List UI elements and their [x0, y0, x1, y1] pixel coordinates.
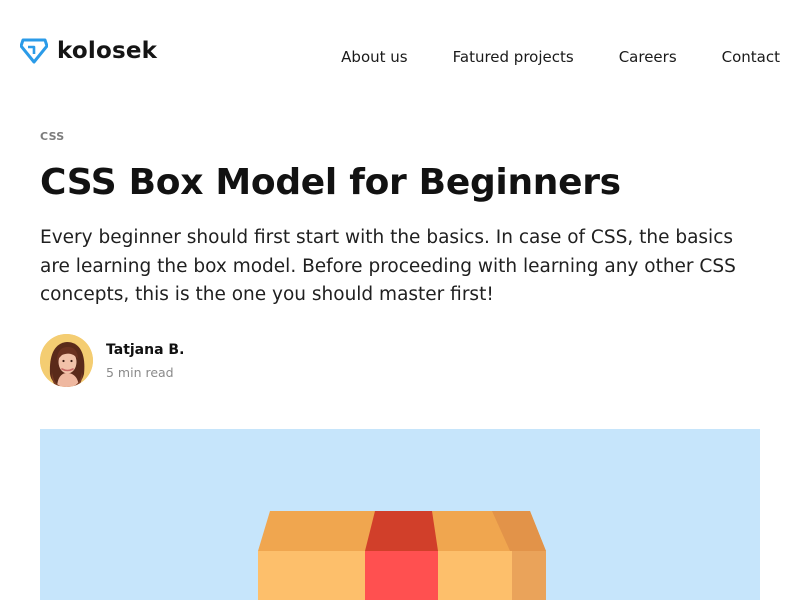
box-illustration — [40, 429, 760, 600]
nav-about-us[interactable]: About us — [341, 47, 407, 67]
nav-contact[interactable]: Contact — [722, 47, 780, 67]
site-header: kolosek About us Fatured projects Career… — [0, 0, 800, 110]
hero-image — [40, 429, 760, 600]
nav-featured-projects[interactable]: Fatured projects — [453, 47, 574, 67]
diamond-icon — [20, 38, 48, 64]
main-nav: About us Fatured projects Careers Contac… — [296, 47, 780, 67]
nav-careers[interactable]: Careers — [619, 47, 677, 67]
author-meta: Tatjana B. 5 min read — [106, 341, 184, 381]
article-title: CSS Box Model for Beginners — [40, 162, 621, 203]
article-header: CSS CSS Box Model for Beginners Every be… — [40, 128, 760, 310]
brand-name: kolosek — [57, 38, 158, 64]
read-time: 5 min read — [106, 364, 174, 380]
article-category[interactable]: CSS — [40, 128, 760, 146]
article-lead: Every beginner should first start with t… — [40, 227, 736, 305]
author-block: Tatjana B. 5 min read — [40, 334, 184, 387]
brand-logo-link[interactable]: kolosek — [20, 36, 157, 66]
author-name[interactable]: Tatjana B. — [106, 341, 184, 359]
author-avatar[interactable] — [40, 334, 93, 387]
